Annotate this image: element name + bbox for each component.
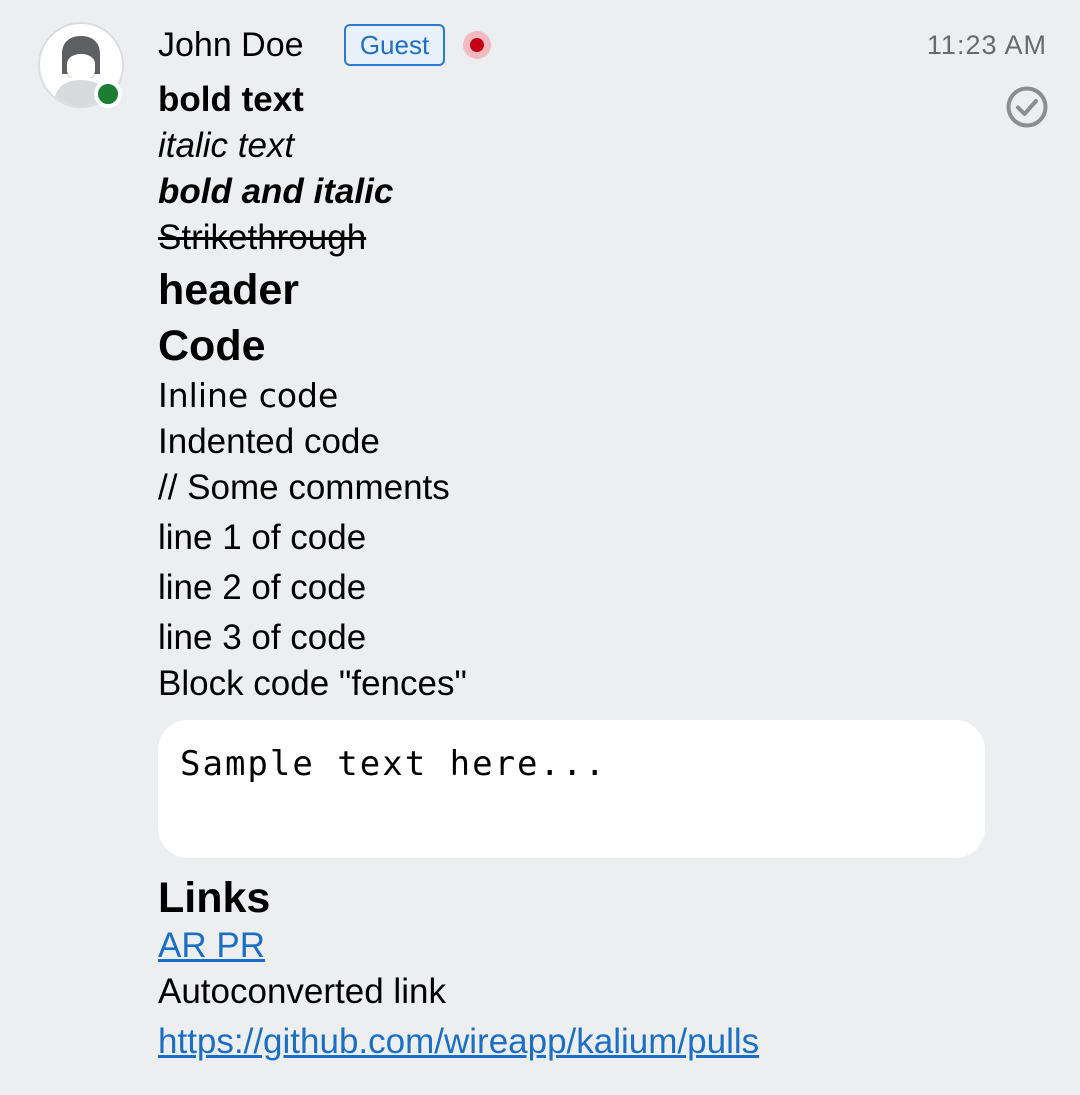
italic-text: italic text bbox=[158, 126, 295, 165]
ar-pr-link[interactable]: AR PR bbox=[158, 926, 265, 966]
message-item[interactable]: John Doe Guest 11:23 AM bold text italic… bbox=[0, 0, 1080, 1095]
github-link[interactable]: https://github.com/wireapp/kalium/pulls bbox=[158, 1022, 759, 1062]
code-line-1: line 1 of code bbox=[158, 518, 367, 557]
code-line-2: line 2 of code bbox=[158, 568, 367, 607]
header-heading: header bbox=[158, 266, 300, 314]
sender-name[interactable]: John Doe bbox=[158, 24, 304, 66]
legal-hold-icon[interactable] bbox=[463, 31, 491, 59]
bold-text: bold text bbox=[158, 80, 304, 119]
delivered-check-icon bbox=[1006, 86, 1048, 128]
online-status-icon bbox=[94, 80, 122, 108]
code-comment: // Some comments bbox=[158, 468, 450, 507]
bold-italic-text: bold and italic bbox=[158, 172, 394, 211]
strikethrough-text: Strikethrough bbox=[158, 218, 367, 257]
code-block[interactable]: Sample text here... bbox=[158, 720, 985, 858]
block-code-label: Block code "fences" bbox=[158, 664, 467, 703]
code-line-3: line 3 of code bbox=[158, 618, 367, 657]
inline-code: Inline code bbox=[158, 376, 339, 415]
autoconverted-label: Autoconverted link bbox=[158, 972, 446, 1011]
guest-badge: Guest bbox=[344, 24, 445, 66]
indented-code: Indented code bbox=[158, 422, 380, 461]
code-block-text: Sample text here... bbox=[180, 744, 607, 784]
message-timestamp: 11:23 AM bbox=[926, 30, 1047, 60]
links-heading: Links bbox=[158, 874, 271, 922]
code-heading: Code bbox=[158, 322, 266, 370]
